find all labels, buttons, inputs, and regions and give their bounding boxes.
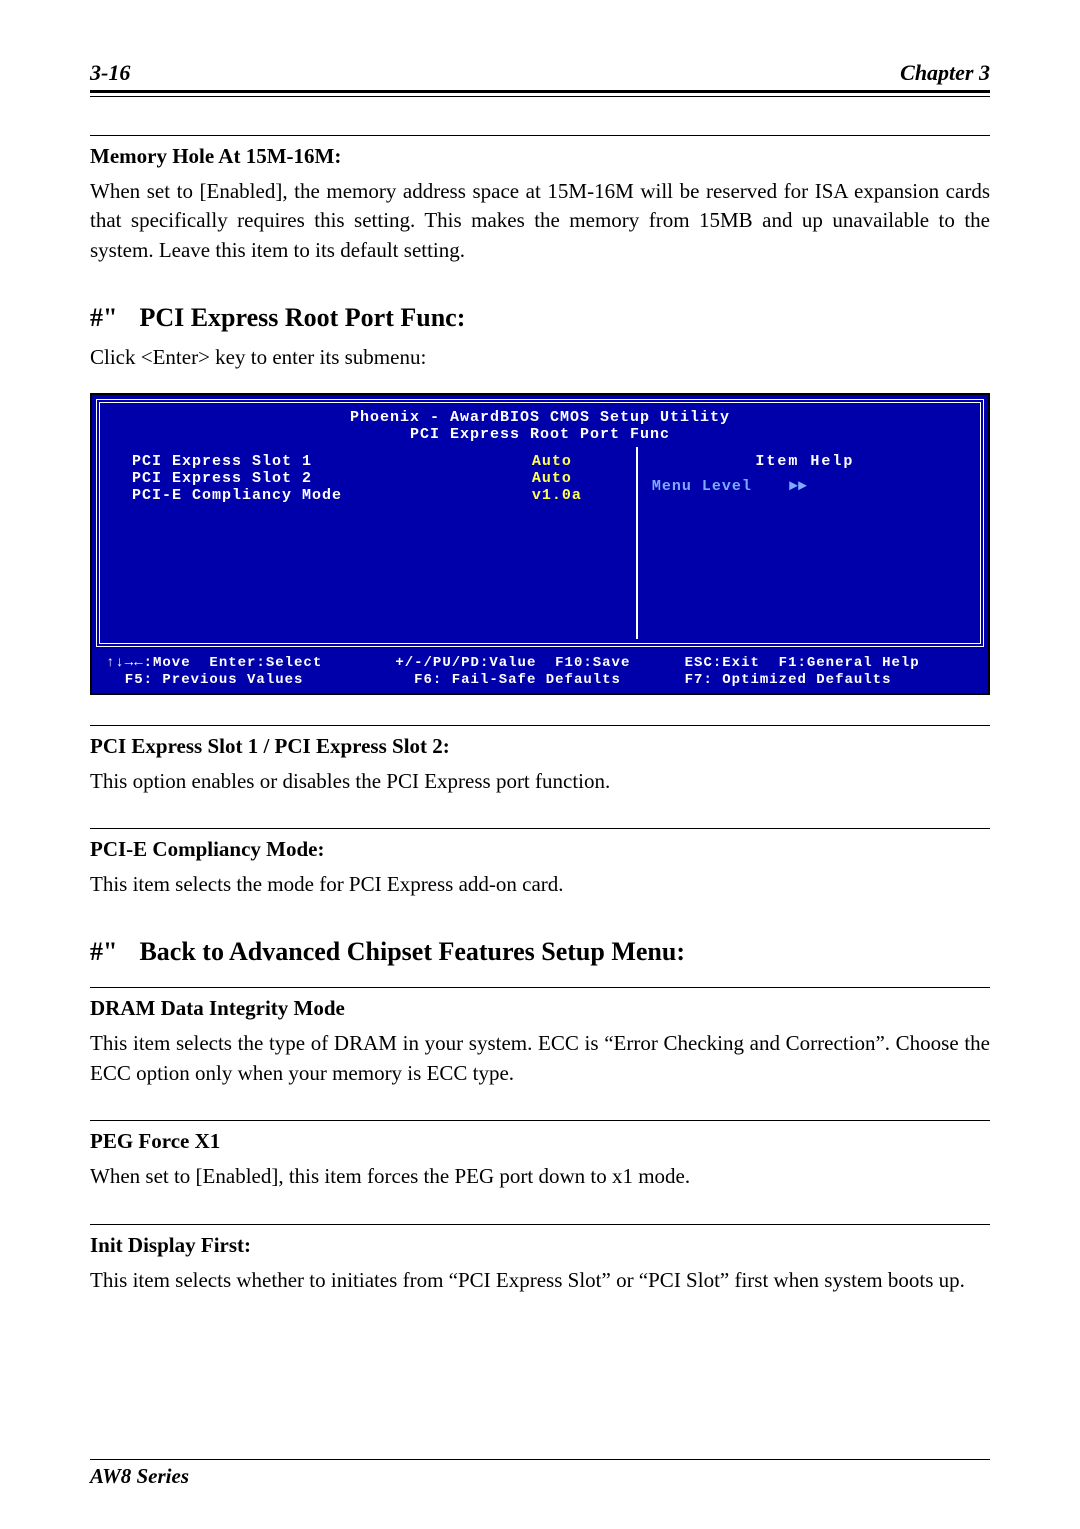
section-memory-hole: Memory Hole At 15M-16M: When set to [Ena… bbox=[90, 125, 990, 279]
body-text: This item selects whether to initiates f… bbox=[90, 1266, 990, 1295]
bios-body: PCI Express Slot 1 Auto PCI Express Slot… bbox=[108, 447, 972, 639]
heading-pcie-root: #" PCI Express Root Port Func: bbox=[90, 303, 990, 333]
subheading: PCI Express Slot 1 / PCI Express Slot 2: bbox=[90, 734, 990, 759]
subheading: PEG Force X1 bbox=[90, 1129, 990, 1154]
subheading: DRAM Data Integrity Mode bbox=[90, 996, 990, 1021]
bios-frame: Phoenix - AwardBIOS CMOS Setup Utility P… bbox=[96, 399, 984, 648]
page-number: 3-16 bbox=[90, 60, 130, 86]
bios-menu-level: Menu Level ►► bbox=[652, 478, 958, 495]
body-text: This option enables or disables the PCI … bbox=[90, 767, 990, 796]
heading-back-menu: #" Back to Advanced Chipset Features Set… bbox=[90, 937, 990, 967]
bios-setting-row: PCI Express Slot 2 Auto bbox=[132, 470, 622, 487]
bios-settings-pane: PCI Express Slot 1 Auto PCI Express Slot… bbox=[108, 447, 638, 639]
intro-text: Click <Enter> key to enter its submenu: bbox=[90, 343, 990, 372]
menu-level-text: Menu Level bbox=[652, 478, 752, 495]
header-rule bbox=[90, 90, 990, 97]
body-text: This item selects the mode for PCI Expre… bbox=[90, 870, 990, 899]
chapter-label: Chapter 3 bbox=[900, 60, 990, 86]
heading-text: Back to Advanced Chipset Features Setup … bbox=[139, 937, 685, 967]
section-rule bbox=[90, 1120, 990, 1121]
section-pcie-slot: PCI Express Slot 1 / PCI Express Slot 2:… bbox=[90, 715, 990, 810]
bios-setting-value: Auto bbox=[532, 470, 622, 487]
section-rule bbox=[90, 135, 990, 136]
bios-setting-row: PCI-E Compliancy Mode v1.0a bbox=[132, 487, 622, 504]
section-rule bbox=[90, 725, 990, 726]
bios-setting-row: PCI Express Slot 1 Auto bbox=[132, 453, 622, 470]
section-peg: PEG Force X1 When set to [Enabled], this… bbox=[90, 1110, 990, 1205]
heading-symbol: #" bbox=[90, 937, 117, 967]
section-pcie-compliancy: PCI-E Compliancy Mode: This item selects… bbox=[90, 818, 990, 913]
bios-title-line2: PCI Express Root Port Func bbox=[108, 426, 972, 443]
body-text: This item selects the type of DRAM in yo… bbox=[90, 1029, 990, 1088]
bios-footer-col3: ESC:Exit F1:General Help F7: Optimized D… bbox=[685, 655, 974, 689]
bios-title: Phoenix - AwardBIOS CMOS Setup Utility P… bbox=[108, 407, 972, 448]
section-rule bbox=[90, 1224, 990, 1225]
body-text: When set to [Enabled], this item forces … bbox=[90, 1162, 990, 1191]
bios-setting-label: PCI-E Compliancy Mode bbox=[132, 487, 532, 504]
bios-setting-value: v1.0a bbox=[532, 487, 622, 504]
series-label: AW8 Series bbox=[90, 1464, 189, 1488]
bios-help-title: Item Help bbox=[652, 453, 958, 470]
bios-title-line1: Phoenix - AwardBIOS CMOS Setup Utility bbox=[108, 409, 972, 426]
subheading: Init Display First: bbox=[90, 1233, 990, 1258]
bios-help-pane: Item Help Menu Level ►► bbox=[638, 447, 972, 639]
page-header: 3-16 Chapter 3 bbox=[90, 60, 990, 86]
heading-symbol: #" bbox=[90, 303, 117, 333]
page: 3-16 Chapter 3 Memory Hole At 15M-16M: W… bbox=[0, 0, 1080, 1529]
heading-text: PCI Express Root Port Func: bbox=[139, 303, 465, 333]
section-init-display: Init Display First: This item selects wh… bbox=[90, 1214, 990, 1309]
page-footer: AW8 Series bbox=[90, 1459, 990, 1489]
bios-footer-col1: ↑↓→←:Move Enter:Select F5: Previous Valu… bbox=[106, 655, 395, 689]
bios-screenshot: Phoenix - AwardBIOS CMOS Setup Utility P… bbox=[90, 393, 990, 695]
bios-setting-label: PCI Express Slot 1 bbox=[132, 453, 532, 470]
footer-rule bbox=[90, 1459, 990, 1460]
bios-setting-label: PCI Express Slot 2 bbox=[132, 470, 532, 487]
body-text: When set to [Enabled], the memory addres… bbox=[90, 177, 990, 265]
bios-footer-col2: +/-/PU/PD:Value F10:Save F6: Fail-Safe D… bbox=[395, 655, 684, 689]
section-dram: DRAM Data Integrity Mode This item selec… bbox=[90, 977, 990, 1102]
bios-footer: ↑↓→←:Move Enter:Select F5: Previous Valu… bbox=[92, 651, 988, 693]
section-rule bbox=[90, 987, 990, 988]
arrow-right-icon bbox=[762, 478, 789, 495]
bios-setting-value: Auto bbox=[532, 453, 622, 470]
arrow-right-icon: ►► bbox=[789, 478, 807, 495]
subheading: PCI-E Compliancy Mode: bbox=[90, 837, 990, 862]
subheading: Memory Hole At 15M-16M: bbox=[90, 144, 990, 169]
section-rule bbox=[90, 828, 990, 829]
